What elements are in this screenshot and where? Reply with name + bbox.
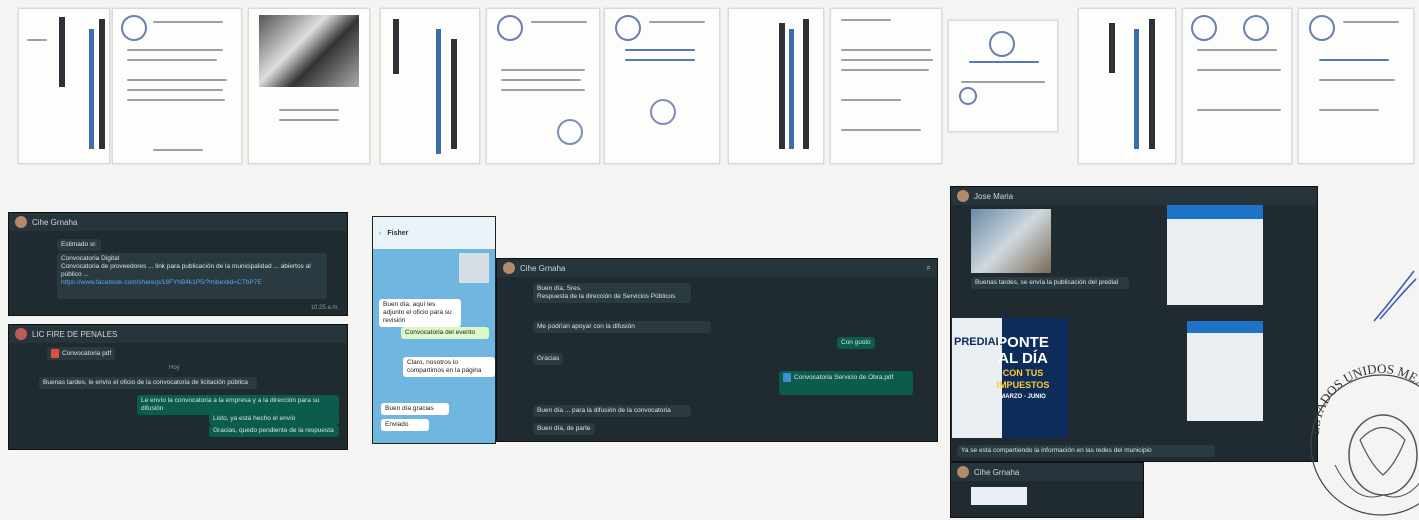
chat-header: Jose Maria (951, 187, 1317, 205)
message-bubble: Buenas tardes, se envía la publicación d… (971, 277, 1129, 289)
phone-header: ‹ Fisher (373, 217, 495, 249)
message-link[interactable]: https://www.facebook.com/share/p/18FYhB4… (61, 279, 323, 287)
pdf-icon (51, 349, 59, 358)
tax-poster: PREDIAL PONTE AL DÍA CON TUS IMPUESTOS M… (952, 318, 1068, 438)
avatar (459, 253, 489, 283)
document-thumbnail-12 (1298, 8, 1414, 164)
contact-name: Fisher (387, 229, 409, 237)
seal-text: ESTADOS UNIDOS MEXICANOS (1307, 361, 1419, 435)
message-bubble: Buen día, Sres. Respuesta de la direcció… (533, 283, 691, 303)
card-title: Convocatoria Digital (61, 255, 120, 262)
avatar (503, 262, 515, 274)
message-bubble: Convocatoria del evento (401, 327, 489, 339)
message-bubble: Me podrían apoyar con la difusión (533, 321, 711, 333)
message-bubble: Estimado sr. (57, 239, 101, 251)
chat-screenshot-1: Cihe Grnaha Estimado sr. Convocatoria Di… (8, 212, 348, 316)
document-thumbnail-5 (486, 8, 600, 164)
poster-line: IMPUESTOS (996, 380, 1050, 390)
card-text: Convocatoria de proveedores ... link par… (61, 263, 311, 278)
message-bubble: Buen día, de parte (533, 423, 595, 435)
reply-bubble: Le envío la convocatoria a la empresa y … (137, 395, 339, 415)
attachment-bubble[interactable]: Convocatoria pdf (47, 347, 116, 361)
file-icon (783, 373, 791, 382)
message-bubble: Buen día, aquí les adjunto el oficio par… (379, 299, 461, 327)
document-thumbnail-11 (1182, 8, 1292, 164)
document-thumbnail-6 (604, 8, 720, 164)
file-name: Convocatoria Servicio de Obra.pdf (794, 374, 894, 382)
poster-line: CON TUS (1002, 368, 1044, 378)
document-thumbnail-7 (728, 8, 824, 164)
contact-name: Cihe Grnaha (974, 467, 1020, 477)
poster-line: AL DÍA (998, 350, 1048, 367)
message-card: Convocatoria Digital Convocatoria de pro… (57, 253, 327, 299)
back-icon[interactable]: ‹ (379, 230, 381, 237)
search-icon[interactable]: ⌕ (927, 263, 931, 273)
document-thumbnail-2 (112, 8, 242, 164)
contact-name: LIC FIRE DE PENALES (32, 329, 118, 339)
reply-bubble: Gracias, quedo pendiente de la respuesta (209, 425, 339, 437)
chat-screenshot-3: Cihe Grnaha ⌕ Buen día, Sres. Respuesta … (496, 258, 938, 442)
contact-name: Cihe Grnaha (520, 263, 566, 273)
message-time: 10:25 a.m. (310, 305, 339, 311)
message-bubble: Buen día gracias (381, 403, 449, 415)
contact-name: Cihe Grnaha (32, 217, 78, 227)
document-thumbnail-3 (248, 8, 370, 164)
chat-header: Cihe Grnaha (951, 463, 1143, 481)
shared-photo[interactable] (971, 209, 1051, 273)
message-text: Buen día, Sres. (537, 285, 582, 292)
reply-bubble: Listo, ya está hecho el envío (209, 413, 339, 425)
svg-text:ESTADOS UNIDOS MEXICANOS: ESTADOS UNIDOS MEXICANOS (1307, 361, 1419, 435)
message-bubble: Buenas tardes, le envío el oficio de la … (39, 377, 257, 389)
official-seal: ESTADOS UNIDOS MEXICANOS (1307, 361, 1419, 516)
chat-header: LIC FIRE DE PENALES (9, 325, 347, 343)
document-thumbnail-10 (1078, 8, 1176, 164)
document-thumbnail-4 (380, 8, 480, 164)
file-bubble[interactable]: Convocatoria Servicio de Obra.pdf (779, 371, 913, 395)
poster-line: MARZO - JUNIO (1000, 394, 1046, 400)
message-bubble: Enviado (381, 419, 429, 431)
message-text: Respuesta de la dirección de Servicios P… (537, 293, 676, 300)
shared-flyer[interactable] (971, 487, 1027, 505)
document-thumbnail-9 (948, 20, 1058, 132)
contact-name: Jose Maria (974, 191, 1014, 201)
avatar (957, 466, 969, 478)
chat-header: Cihe Grnaha ⌕ (497, 259, 937, 277)
message-bubble: Gracias (533, 353, 564, 365)
chat-screenshot-2: LIC FIRE DE PENALES Convocatoria pdf Hoy… (8, 324, 348, 450)
avatar (15, 216, 27, 228)
avatar (15, 328, 27, 340)
reply-bubble: Con gusto (837, 337, 875, 349)
message-bubble: Claro, nosotros lo compartimos en la pág… (403, 357, 495, 377)
attachment-name: Convocatoria pdf (62, 350, 112, 358)
chat-header: Cihe Grnaha (9, 213, 347, 231)
message-bubble: Ya se está compartiendo la información e… (957, 445, 1215, 457)
date-separator: Hoy (169, 365, 180, 371)
document-thumbnail-1 (18, 8, 110, 164)
shared-flyer[interactable] (1187, 321, 1263, 421)
phone-screenshot: ‹ Fisher Buen día, aquí les adjunto el o… (372, 216, 496, 444)
chat-screenshot-5: Cihe Grnaha (950, 462, 1144, 518)
message-bubble: Buen día ... para la difusión de la conv… (533, 405, 691, 417)
shared-flyer[interactable] (1167, 205, 1263, 305)
avatar (957, 190, 969, 202)
poster-line: PONTE (997, 334, 1049, 351)
signature (1373, 270, 1417, 322)
document-thumbnail-8 (830, 8, 942, 164)
